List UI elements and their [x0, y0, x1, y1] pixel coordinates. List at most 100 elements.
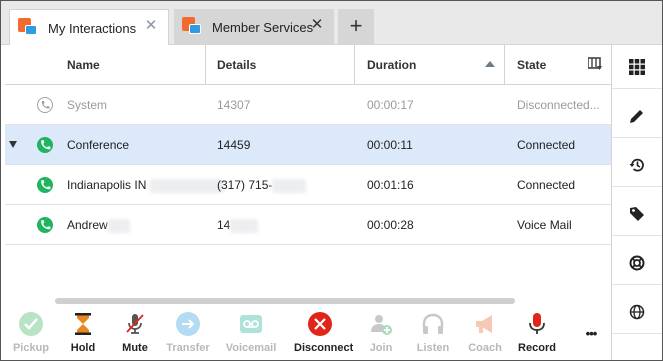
history-icon [629, 158, 644, 172]
cell-details-text: 14 [217, 218, 231, 232]
cell-details: 14307 [217, 98, 251, 112]
pickup-button[interactable]: Pickup [5, 312, 57, 358]
globe-icon [629, 304, 645, 320]
cell-duration: 00:01:16 [367, 178, 414, 192]
microphone-muted-icon [123, 312, 147, 336]
more-button[interactable]: ••• [571, 320, 611, 360]
listen-label: Listen [416, 342, 450, 354]
sidebar-item-help[interactable] [612, 241, 662, 285]
interactions-icon [18, 18, 38, 38]
hourglass-icon [71, 312, 95, 336]
redacted-text [107, 218, 130, 233]
mute-button[interactable]: Mute [109, 312, 161, 358]
disconnect-label: Disconnect [294, 342, 354, 354]
interactions-icon [182, 17, 202, 37]
sidebar-item-tags[interactable] [612, 192, 662, 236]
table-row[interactable]: Conference 14459 00:00:11 Connected [5, 125, 611, 165]
tab-label: My Interactions [48, 20, 137, 36]
voicemail-label: Voicemail [225, 342, 277, 354]
close-icon[interactable]: ✕ [144, 18, 158, 33]
collapse-triangle-icon[interactable] [9, 141, 17, 148]
right-sidebar [611, 45, 662, 360]
column-divider[interactable] [504, 45, 505, 85]
close-circle-icon [308, 312, 332, 336]
cell-name: Conference [67, 138, 130, 152]
column-header-details[interactable]: Details [217, 45, 256, 85]
coach-button[interactable]: Coach [459, 312, 511, 358]
phone-outline-icon [37, 97, 53, 113]
call-controls-toolbar: Pickup Hold Mute Transfer Voicemail Disc… [5, 308, 611, 360]
phone-green-icon [37, 217, 53, 233]
tab-strip: My Interactions ✕ Member Services ✕ + [1, 1, 662, 46]
phone-green-icon [37, 137, 53, 153]
cell-details: (317) 715- [217, 165, 307, 205]
sidebar-item-edit[interactable] [612, 94, 662, 138]
interactions-window: My Interactions ✕ Member Services ✕ + Na… [0, 0, 663, 361]
grid-icon [629, 59, 645, 75]
transfer-button[interactable]: Transfer [162, 312, 214, 358]
transfer-label: Transfer [166, 342, 210, 354]
column-divider[interactable] [354, 45, 355, 85]
phone-green-icon [37, 177, 53, 193]
add-tab-button[interactable]: + [338, 9, 374, 45]
cell-name-text: Andrew [67, 218, 108, 232]
record-label: Record [518, 342, 556, 354]
tab-label: Member Services [212, 19, 314, 35]
check-icon [19, 312, 43, 336]
sort-ascending-icon [485, 61, 495, 67]
join-button[interactable]: Join [355, 312, 407, 358]
disconnect-button[interactable]: Disconnect [294, 312, 354, 358]
redacted-text [272, 178, 307, 193]
add-user-icon [369, 312, 393, 336]
headphones-icon [421, 312, 445, 336]
cell-duration: 00:00:11 [367, 138, 413, 152]
sidebar-item-grid[interactable] [612, 45, 662, 89]
pickup-label: Pickup [12, 342, 50, 354]
sidebar-item-web[interactable] [612, 290, 662, 334]
cell-name: Andrew [67, 205, 130, 245]
cell-state: Connected [517, 178, 576, 192]
mute-label: Mute [122, 342, 148, 354]
table-row[interactable]: Andrew 14 00:00:28 Voice Mail [5, 205, 611, 245]
lifebuoy-icon [629, 255, 645, 271]
column-header-state[interactable]: State [517, 45, 546, 85]
tab-member-services[interactable]: Member Services ✕ [174, 9, 334, 45]
horizontal-scrollbar[interactable] [55, 298, 515, 304]
megaphone-icon [473, 312, 497, 336]
join-label: Join [369, 342, 393, 354]
voicemail-icon [239, 312, 263, 336]
cell-state: Connected [517, 138, 576, 152]
tab-my-interactions[interactable]: My Interactions ✕ [9, 9, 169, 46]
cell-details-text: (317) 715- [217, 178, 273, 192]
table-row[interactable]: System 14307 00:00:17 Disconnected... [5, 85, 611, 125]
column-chooser-icon[interactable] [587, 57, 602, 71]
microphone-record-icon [525, 312, 549, 336]
table-header: Name Details Duration State [5, 45, 611, 85]
record-button[interactable]: Record [511, 312, 563, 358]
arrow-right-icon [176, 312, 200, 336]
cell-name: System [67, 98, 108, 112]
cell-state: Disconnected... [517, 98, 600, 112]
cell-name-text: Indianapolis IN [67, 178, 147, 192]
cell-state: Voice Mail [517, 218, 572, 232]
tag-icon [630, 207, 644, 221]
hold-label: Hold [70, 342, 96, 354]
redacted-text [149, 178, 224, 193]
cell-duration: 00:00:28 [367, 218, 414, 232]
redacted-text [230, 218, 259, 233]
hold-button[interactable]: Hold [57, 312, 109, 358]
cell-name: Indianapolis IN [67, 165, 224, 205]
column-header-duration[interactable]: Duration [367, 45, 416, 85]
coach-label: Coach [468, 342, 502, 354]
close-icon[interactable]: ✕ [310, 17, 324, 32]
cell-details: 14459 [217, 138, 251, 152]
listen-button[interactable]: Listen [407, 312, 459, 358]
more-icon: ••• [585, 326, 598, 341]
table-row[interactable]: Indianapolis IN (317) 715- 00:01:16 Conn… [5, 165, 611, 205]
sidebar-item-history[interactable] [612, 143, 662, 187]
cell-duration: 00:00:17 [367, 98, 414, 112]
column-divider[interactable] [205, 45, 206, 85]
column-header-name[interactable]: Name [67, 45, 100, 85]
voicemail-button[interactable]: Voicemail [225, 312, 277, 358]
pencil-icon [630, 110, 643, 123]
